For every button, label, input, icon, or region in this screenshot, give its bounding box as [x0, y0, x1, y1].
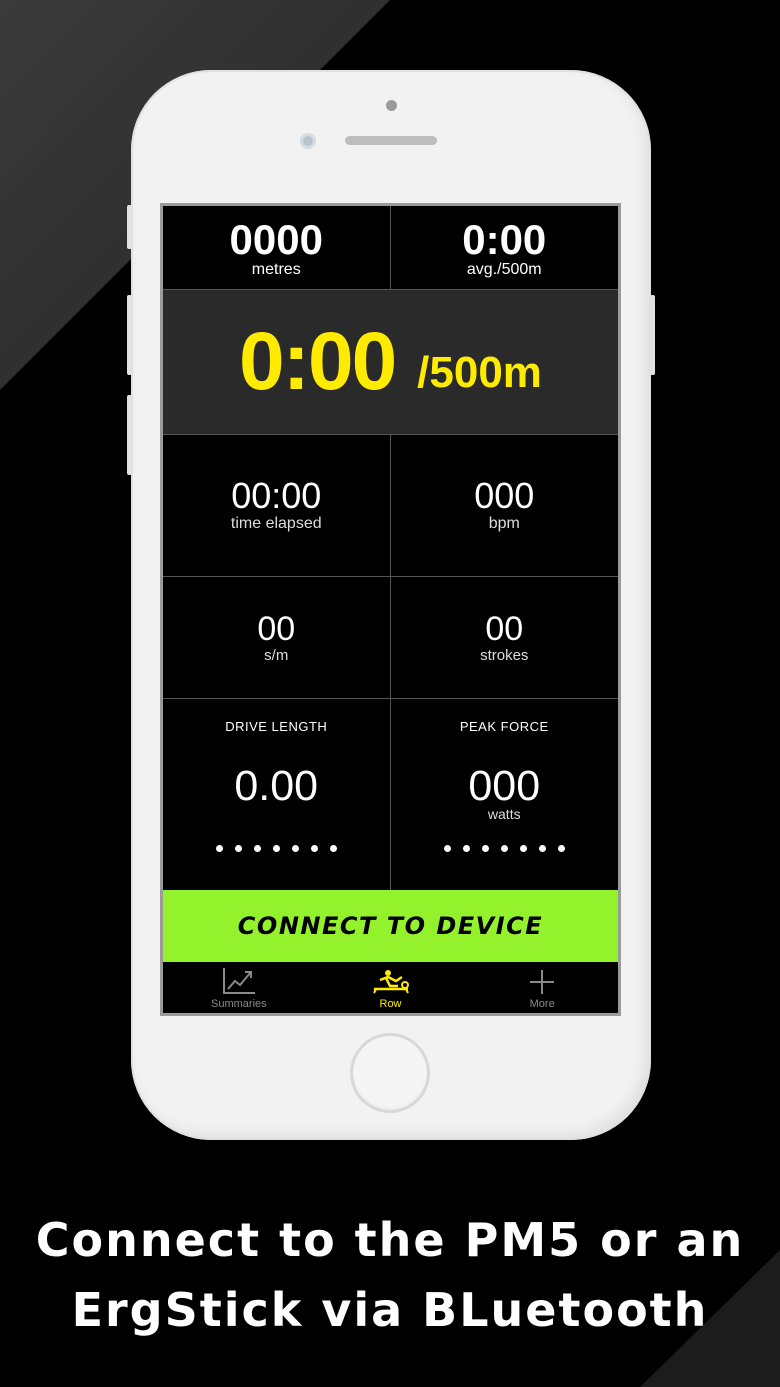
stroke-row: 00 s/m 00 strokes: [163, 577, 618, 699]
page-dot: [253, 845, 261, 852]
heart-rate-value: 000: [474, 475, 535, 516]
drive-length-caption: DRIVE LENGTH: [225, 719, 328, 734]
page-dot: [481, 845, 489, 852]
distance-label: metres: [251, 260, 301, 278]
volume-up-button: [127, 295, 132, 375]
avg-pace-tile[interactable]: 0:00 avg./500m: [390, 206, 618, 290]
headline-line-1: Connect to the PM5 or an: [35, 1213, 745, 1267]
headline-line-2: ErgStick via BLuetooth: [71, 1283, 709, 1337]
tab-summaries-label: Summaries: [211, 998, 267, 1010]
strokes-value: 00: [485, 610, 524, 648]
strokes-tile[interactable]: 00 strokes: [390, 577, 618, 699]
connect-to-device-button[interactable]: CONNECT TO DEVICE: [163, 890, 618, 962]
tab-more[interactable]: More: [466, 962, 618, 1013]
top-metrics-row: 0000 metres 0:00 avg./500m: [163, 206, 618, 290]
pace-value: 0:00: [239, 316, 397, 407]
tab-summaries[interactable]: Summaries: [163, 962, 315, 1013]
pace-unit: /500m: [417, 348, 542, 397]
mute-switch: [127, 205, 132, 249]
page-dot: [500, 845, 508, 852]
stroke-rate-tile[interactable]: 00 s/m: [163, 577, 391, 699]
page-dot: [291, 845, 299, 852]
plus-icon: [530, 970, 555, 994]
drive-length-tile[interactable]: DRIVE LENGTH 0.00: [163, 699, 391, 891]
rower-icon: [372, 970, 409, 994]
strokes-label: strokes: [480, 647, 529, 664]
time-hr-row: 00:00 time elapsed 000 bpm: [163, 434, 618, 577]
chart-icon: [222, 968, 255, 994]
peak-force-caption: PEAK FORCE: [459, 719, 549, 734]
page-dot: [215, 845, 223, 852]
peak-force-value: 000: [468, 762, 541, 810]
avg-pace-label: avg./500m: [466, 260, 542, 278]
time-elapsed-value: 00:00: [231, 475, 322, 516]
volume-down-button: [127, 395, 132, 475]
page-dot: [329, 845, 337, 852]
page-dot: [557, 845, 565, 852]
heart-rate-label: bpm: [488, 515, 520, 532]
distance-tile[interactable]: 0000 metres: [163, 206, 391, 290]
page-indicator[interactable]: [443, 845, 565, 852]
front-sensor: [386, 100, 397, 111]
peak-force-tile[interactable]: PEAK FORCE 000 watts: [391, 699, 619, 891]
front-camera: [300, 133, 316, 149]
connect-button-label: CONNECT TO DEVICE: [237, 912, 544, 940]
earpiece-speaker: [345, 136, 437, 145]
home-button[interactable]: [350, 1033, 430, 1113]
stroke-rate-value: 00: [257, 610, 296, 648]
page-dot: [443, 845, 451, 852]
drive-length-value: 0.00: [234, 762, 319, 810]
tab-row-label: Row: [379, 998, 402, 1010]
distance-value: 0000: [229, 215, 323, 263]
power-button: [650, 295, 655, 375]
time-elapsed-tile[interactable]: 00:00 time elapsed: [163, 434, 391, 577]
page-dot: [538, 845, 546, 852]
pace-tile[interactable]: 0:00 /500m: [163, 290, 618, 435]
page-dot: [462, 845, 470, 852]
time-elapsed-label: time elapsed: [230, 515, 322, 532]
page-dot: [310, 845, 318, 852]
tab-bar: Summaries Row More: [163, 962, 618, 1013]
page-indicator[interactable]: [215, 845, 337, 852]
force-row: DRIVE LENGTH 0.00 PEAK FORCE 000 watts: [163, 699, 618, 891]
app-screen: 0000 metres 0:00 avg./500m 0:00 /500m 00…: [160, 203, 621, 1016]
promo-headline: Connect to the PM5 or an ErgStick via BL…: [0, 1205, 780, 1345]
page-dot: [234, 845, 242, 852]
stroke-rate-label: s/m: [264, 647, 289, 664]
heart-rate-tile[interactable]: 000 bpm: [390, 434, 618, 577]
tab-row[interactable]: Row: [315, 962, 467, 1013]
avg-pace-value: 0:00: [462, 215, 547, 263]
tab-more-label: More: [529, 998, 555, 1010]
peak-force-label: watts: [487, 806, 521, 822]
page-dot: [272, 845, 280, 852]
page-dot: [519, 845, 527, 852]
